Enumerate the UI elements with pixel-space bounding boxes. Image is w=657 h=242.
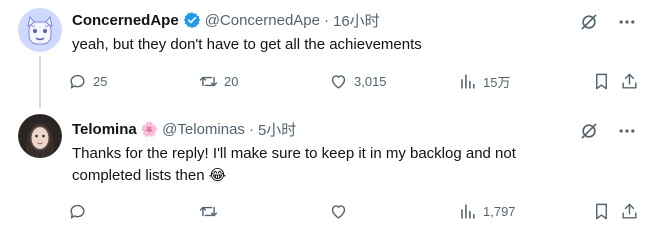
views-chart-icon — [461, 74, 475, 89]
reply-button[interactable]: 25 — [68, 72, 107, 91]
reply-icon — [70, 204, 85, 219]
separator-dot: · — [324, 11, 329, 29]
view-count: 1,797 — [483, 204, 516, 219]
bookmark-icon — [596, 73, 607, 90]
verified-badge-icon — [183, 11, 201, 29]
retweet-button[interactable]: 20 — [199, 72, 238, 91]
view-count: 15万 — [483, 75, 511, 90]
share-button[interactable] — [620, 202, 639, 221]
tweet-text-line: Thanks for the reply! I'll make sure to … — [72, 145, 516, 162]
avatar[interactable] — [18, 8, 62, 52]
thread-line — [39, 56, 41, 108]
name-emoji: 🌸 — [140, 120, 159, 137]
action-bar: 1,797 — [68, 202, 639, 224]
reply-icon — [70, 74, 85, 89]
tweet-text: yeah, but they don't have to get all the… — [72, 36, 422, 53]
tweet-header: Telomina 🌸 @Telominas · 5小时 — [72, 118, 587, 140]
separator-dot: · — [248, 120, 254, 138]
share-icon — [622, 73, 637, 89]
bookmark-button[interactable] — [592, 202, 611, 221]
tweet-text: Thanks for the reply! I'll make sure to … — [72, 143, 637, 187]
avatar[interactable] — [18, 114, 62, 158]
like-count: 3,015 — [354, 74, 387, 89]
display-name[interactable]: Telomina — [72, 121, 137, 138]
views-button[interactable]: 1,797 — [458, 202, 516, 221]
heart-icon — [331, 205, 346, 219]
timestamp[interactable]: 5小时 — [258, 119, 296, 140]
heart-icon — [331, 75, 346, 89]
views-button[interactable]: 15万 — [458, 72, 510, 91]
reply-button[interactable] — [68, 202, 93, 221]
views-chart-icon — [461, 204, 475, 219]
tweet-top-icons — [579, 121, 637, 141]
like-button[interactable]: 3,015 — [329, 72, 387, 91]
retweet-icon — [199, 206, 218, 217]
share-icon — [622, 203, 637, 219]
action-bar: 25 20 3,015 15万 — [68, 72, 639, 94]
like-button[interactable] — [329, 202, 354, 221]
grok-icon[interactable] — [579, 12, 599, 32]
tweet-top-icons — [579, 12, 637, 32]
retweet-icon — [199, 76, 218, 87]
handle[interactable]: @ConcernedApe — [205, 12, 320, 29]
bookmark-icon — [596, 203, 607, 220]
tweet-header: ConcernedApe @ConcernedApe · 16小时 — [72, 9, 587, 31]
more-options-icon[interactable] — [617, 121, 637, 141]
share-button[interactable] — [620, 72, 639, 91]
bookmark-button[interactable] — [592, 72, 611, 91]
display-name[interactable]: ConcernedApe — [72, 12, 179, 29]
handle[interactable]: @Telominas — [162, 121, 245, 138]
reply-count: 25 — [93, 74, 108, 89]
grok-icon[interactable] — [579, 121, 599, 141]
more-options-icon[interactable] — [617, 12, 637, 32]
tweet-text-line: completed lists then 😂 — [72, 167, 227, 184]
retweet-button[interactable] — [199, 202, 224, 221]
timestamp[interactable]: 16小时 — [333, 10, 380, 31]
retweet-count: 20 — [224, 74, 239, 89]
